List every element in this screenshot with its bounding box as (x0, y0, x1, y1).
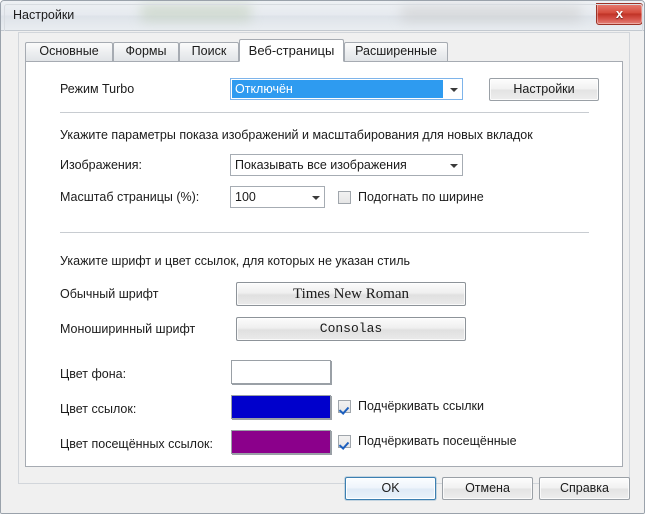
images-value: Показывать все изображения (235, 158, 407, 172)
background-color-swatch[interactable] (231, 360, 331, 384)
mono-font-label: Моноширинный шрифт (60, 322, 196, 336)
visited-color-label: Цвет посещённых ссылок: (60, 437, 213, 451)
link-color-swatch[interactable] (231, 395, 331, 419)
background-color-label: Цвет фона: (60, 367, 127, 381)
fonts-section-note: Укажите шрифт и цвет ссылок, для которых… (60, 254, 410, 268)
settings-dialog-window: Настройки x Основные Формы Поиск Веб-стр… (0, 0, 645, 514)
turbo-mode-select[interactable]: Отключён (230, 78, 463, 100)
window-title: Настройки (13, 8, 75, 22)
images-section-note: Укажите параметры показа изображений и м… (60, 128, 533, 142)
ok-button[interactable]: OK (345, 477, 436, 500)
normal-font-label: Обычный шрифт (60, 287, 159, 301)
chevron-down-icon (450, 164, 458, 168)
mono-font-button[interactable]: Consolas (236, 317, 466, 341)
separator-2 (60, 232, 589, 233)
turbo-mode-label: Режим Turbo (60, 82, 135, 96)
cancel-button[interactable]: Отмена (442, 477, 533, 500)
visited-color-swatch[interactable] (231, 430, 331, 454)
tab-formy[interactable]: Формы (113, 42, 179, 61)
underline-visited-checkbox-box (338, 435, 351, 448)
chevron-down-icon (312, 196, 320, 200)
fit-width-label: Подогнать по ширине (358, 190, 484, 204)
tab-osnovnye[interactable]: Основные (25, 42, 113, 61)
tab-web-stranitsy[interactable]: Веб-страницы (239, 39, 344, 62)
close-button[interactable]: x (596, 3, 643, 25)
images-select[interactable]: Показывать все изображения (230, 154, 463, 176)
images-select-arrow-box (444, 155, 462, 175)
separator-1 (60, 112, 589, 113)
underline-links-checkbox-box (338, 400, 351, 413)
tab-poisk[interactable]: Поиск (179, 42, 239, 61)
turbo-mode-value: Отключён (235, 82, 293, 96)
page-zoom-arrow-box (306, 187, 324, 207)
help-button[interactable]: Справка (539, 477, 630, 500)
normal-font-button[interactable]: Times New Roman (236, 282, 466, 306)
tab-rasshirennye[interactable]: Расширенные (344, 42, 448, 61)
fit-width-checkbox-box (338, 191, 351, 204)
page-zoom-select[interactable]: 100 (230, 186, 325, 208)
dialog-button-bar: OK Отмена Справка (1, 467, 644, 513)
page-zoom-label: Масштаб страницы (%): (60, 190, 200, 204)
turbo-settings-button[interactable]: Настройки (489, 78, 599, 101)
turbo-select-arrow-box (444, 79, 462, 99)
tab-page-web-pages: Режим Turbo Отключён Настройки Укажите п… (25, 61, 623, 467)
page-zoom-value: 100 (235, 190, 256, 204)
desktop-bleed-green (141, 3, 251, 21)
link-color-label: Цвет ссылок: (60, 402, 137, 416)
underline-links-label: Подчёркивать ссылки (358, 399, 484, 413)
chevron-down-icon (450, 88, 458, 92)
desktop-bleed-grey (401, 5, 581, 21)
title-bar: Настройки x (1, 1, 644, 31)
close-icon: x (615, 6, 624, 21)
images-label: Изображения: (60, 158, 143, 172)
underline-visited-label: Подчёркивать посещённые (358, 434, 517, 448)
